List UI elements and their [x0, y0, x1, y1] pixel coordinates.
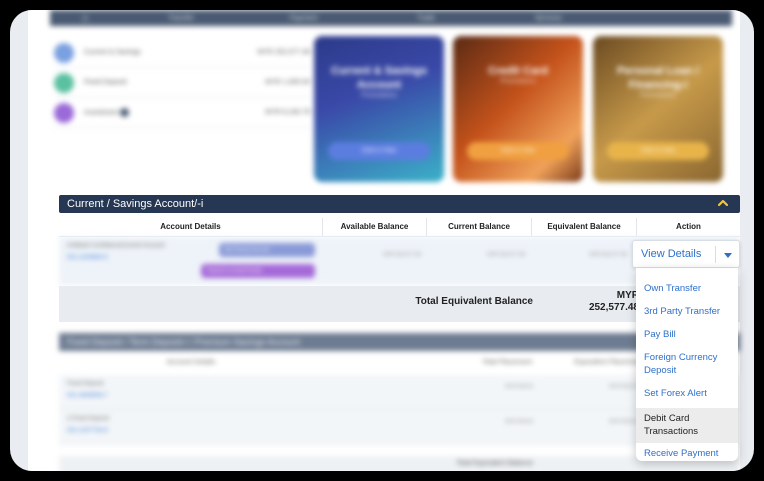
promo-title: Personal Loan / Financing-i [617, 65, 699, 91]
available-balance: MYR 252,577.48 [383, 252, 421, 258]
total-placement: MYR 500.00 [505, 384, 533, 390]
menu-item-receive-payment[interactable]: Receive Payment [636, 447, 738, 460]
column-header: Equivalent Placement [574, 359, 642, 366]
app-frame: ⌂ Transfer Payment Trade Services Curren… [10, 10, 754, 471]
section-title: Current / Savings Account/-i [67, 198, 204, 210]
nav-item-trade[interactable]: Trade [365, 15, 487, 22]
summary-row[interactable]: Current & Savings MYR 252,577.48 [54, 38, 310, 68]
account-name: e-Fixed Deposit [67, 416, 110, 422]
total-currency: MYR [616, 290, 639, 301]
primary-account-badge[interactable]: My Primary Account [219, 243, 315, 257]
current-savings-header[interactable]: Current / Savings Account/-i [59, 195, 740, 213]
account-number-link[interactable]: 001-4649808-7 [67, 393, 108, 399]
action-menu: Own Transfer 3rd Party Transfer Pay Bill… [636, 268, 738, 461]
total-label: Total Equivalent Balance [456, 460, 533, 467]
total-amount: 252,577.48 [588, 302, 639, 313]
total-label: Total Equivalent Balance [415, 296, 533, 307]
column-header: Total Placement [482, 359, 532, 366]
menu-item-3rd-party-transfer[interactable]: 3rd Party Transfer [636, 305, 738, 318]
dropdown-divider [715, 246, 716, 263]
promo-title: Credit Card [488, 65, 548, 77]
nav-item-services[interactable]: Services [487, 15, 609, 22]
promo-title: Current & Savings Account [331, 65, 427, 91]
nav-item-payment[interactable]: Payment [242, 15, 364, 22]
summary-label: Current & Savings [84, 49, 141, 56]
promo-card-personal-loan[interactable]: Personal Loan / Financing-i Promotions C… [593, 36, 723, 182]
menu-item-debit-card-transactions[interactable]: Debit Card Transactions [636, 408, 738, 443]
menu-item-own-transfer[interactable]: Own Transfer [636, 282, 738, 295]
summary-value: MYR 1,000.00 [265, 79, 310, 86]
info-icon[interactable] [120, 108, 130, 117]
summary-row[interactable]: Investment MYR 8,183.78 [54, 98, 310, 128]
menu-item-pay-bill[interactable]: Pay Bill [636, 328, 738, 341]
promo-subtitle: Promotions [361, 92, 397, 99]
portfolio-summary: Current & Savings MYR 252,577.48 Fixed D… [54, 38, 310, 128]
promo-subtitle: Promotions [500, 78, 536, 85]
column-header: Current Balance [427, 218, 532, 236]
equivalent-balance: MYR 252,577.48 [589, 252, 627, 258]
column-header: Equivalent Balance [532, 218, 637, 236]
equivalent-placement: MYR 500.00 [609, 419, 637, 425]
overdraft-request-badge[interactable]: Request overdraft facility [201, 264, 315, 278]
caret-down-icon[interactable] [723, 251, 733, 259]
page: ⌂ Transfer Payment Trade Services Curren… [28, 10, 740, 471]
promo-button[interactable]: Click to View [467, 142, 569, 160]
summary-label: Investment [84, 108, 265, 117]
deposit-icon [54, 72, 74, 93]
account-number-link[interactable]: 001-2207734-8 [67, 428, 108, 434]
home-icon[interactable]: ⌂ [50, 12, 120, 24]
investment-icon [54, 102, 74, 123]
view-details-dropdown[interactable]: View Details [632, 240, 740, 268]
account-name: AmBank ConfidenceCurrent Account [67, 243, 165, 249]
current-savings-table-header: Account Details Available Balance Curren… [59, 218, 740, 237]
column-header: Account Details [166, 359, 216, 366]
promo-subtitle: Promotions [640, 92, 676, 99]
summary-row[interactable]: Fixed Deposit MYR 1,000.00 [54, 68, 310, 98]
promo-card-casa[interactable]: Current & Savings Account Promotions Cli… [314, 36, 444, 182]
summary-value: MYR 252,577.48 [257, 49, 310, 56]
column-header: Action [676, 222, 701, 231]
account-name: Fixed Deposit [67, 381, 104, 387]
fixed-deposit-title: Fixed Deposit / Term Deposit-i / Premium… [67, 337, 300, 347]
current-balance: MYR 252,577.48 [487, 252, 525, 258]
chevron-up-icon[interactable] [716, 196, 730, 210]
promo-button[interactable]: Click to View [328, 142, 430, 160]
summary-label-text: Investment [84, 109, 119, 117]
menu-item-set-forex-alert[interactable]: Set Forex Alert [636, 387, 738, 400]
promo-button[interactable]: Click to View [607, 142, 709, 160]
equivalent-placement: MYR 500.00 [609, 384, 637, 390]
summary-value: MYR 8,183.78 [265, 109, 310, 116]
total-value: MYR 252,577.48 [567, 290, 639, 314]
summary-label: Fixed Deposit [84, 79, 127, 86]
column-header: Account Details [59, 218, 323, 236]
nav-item-transfer[interactable]: Transfer [120, 15, 242, 22]
account-number-link[interactable]: 001-2209684-5 [67, 255, 108, 261]
view-details-label: View Details [641, 248, 702, 260]
column-header: Available Balance [323, 218, 427, 236]
total-placement: MYR 500.00 [505, 419, 533, 425]
menu-item-foreign-currency-deposit[interactable]: Foreign Currency Deposit [636, 351, 738, 377]
promo-card-credit-card[interactable]: Credit Card Promotions Click to View [453, 36, 583, 182]
wallet-icon [54, 42, 74, 63]
top-nav: ⌂ Transfer Payment Trade Services [50, 10, 732, 26]
